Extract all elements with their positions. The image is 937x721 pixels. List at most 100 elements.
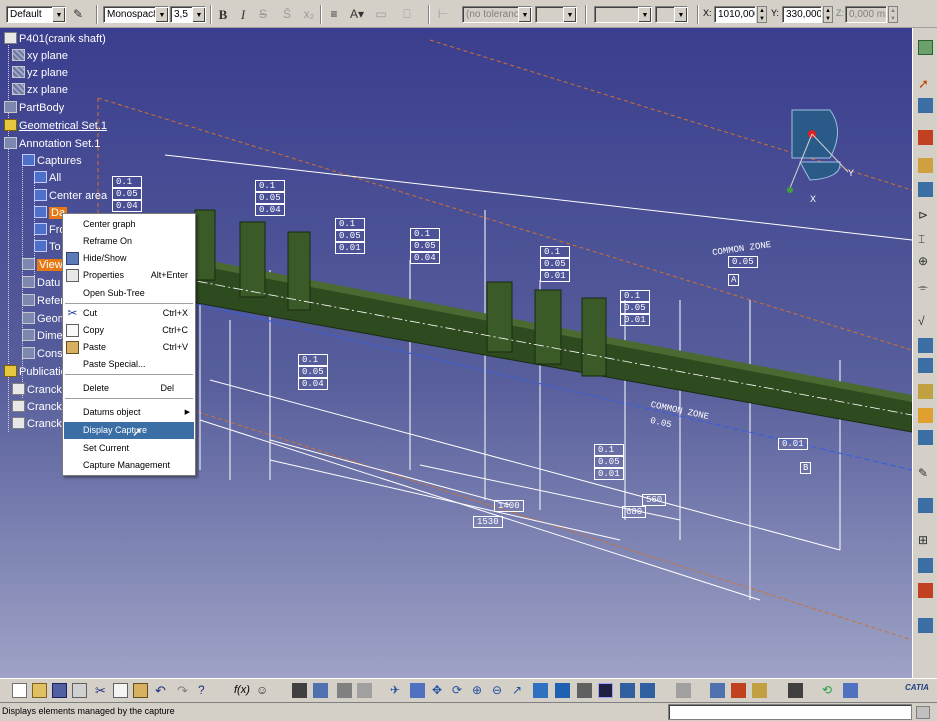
tree-node-reference[interactable]: Refer xyxy=(22,293,64,309)
normal-view-icon[interactable]: ↗ xyxy=(512,683,527,698)
shading-icon[interactable] xyxy=(577,683,592,698)
align-icon[interactable]: ≡ xyxy=(325,5,343,24)
datum-feature-icon[interactable]: ⌶ xyxy=(918,232,933,247)
tree-icon[interactable] xyxy=(918,498,933,513)
menu-item-paste[interactable]: Paste Ctrl+V xyxy=(64,339,194,356)
render-mode-icon[interactable] xyxy=(598,683,613,698)
weld-icon[interactable] xyxy=(918,430,933,445)
grid-icon[interactable] xyxy=(918,558,933,573)
menu-item-hide-show[interactable]: Hide/Show xyxy=(64,250,194,267)
analysis-icon[interactable] xyxy=(918,618,933,633)
multi-view-icon[interactable] xyxy=(533,683,548,698)
annotation-plane-icon[interactable] xyxy=(918,130,933,145)
dimension-icon[interactable] xyxy=(918,338,933,353)
save-icon[interactable] xyxy=(52,683,67,698)
font-size-combo[interactable]: 3,5 ▼ xyxy=(170,6,206,23)
tree-node-constructed[interactable]: Cons xyxy=(22,346,63,362)
tolerance-value-combo[interactable]: ▼ xyxy=(535,6,577,23)
subscript-icon[interactable]: x₂ xyxy=(300,5,318,24)
workbench-icon[interactable] xyxy=(918,40,933,55)
tree-node-xy-plane[interactable]: xy plane xyxy=(12,48,68,64)
precision-combo[interactable]: ▼ xyxy=(655,6,688,23)
menu-item-paste-special[interactable]: Paste Special... xyxy=(64,356,194,373)
tree-node-capture-center[interactable]: Center area xyxy=(34,188,107,204)
bold-button[interactable]: B xyxy=(214,5,232,24)
undo-icon[interactable]: ↶ xyxy=(155,683,170,698)
zoom-in-icon[interactable]: ⊕ xyxy=(472,683,487,698)
formula-icon[interactable]: f(x) xyxy=(234,683,250,698)
x-coordinate-input[interactable]: 1010,000 xyxy=(714,6,756,23)
menu-item-delete[interactable]: Delete Del xyxy=(64,380,194,397)
redo-icon[interactable]: ↷ xyxy=(177,683,192,698)
fit-all-icon[interactable] xyxy=(410,683,425,698)
tree-node-zx-plane[interactable]: zx plane xyxy=(12,82,68,98)
tree-node-publication-item[interactable]: Cranck xyxy=(12,416,62,432)
command-history-button[interactable] xyxy=(916,706,930,719)
measure-item-icon[interactable] xyxy=(731,683,746,698)
pan-icon[interactable]: ✥ xyxy=(432,683,447,698)
note-icon[interactable] xyxy=(918,408,933,423)
tree-node-captures[interactable]: Captures xyxy=(22,153,82,169)
material-icon[interactable] xyxy=(843,683,858,698)
sync-icon[interactable]: ⟲ xyxy=(822,683,837,698)
zoom-out-icon[interactable]: ⊖ xyxy=(492,683,507,698)
tree-node-geometry[interactable]: Geom xyxy=(22,311,67,327)
text-style-edit-icon[interactable]: ✎ xyxy=(69,5,87,24)
anchor-icon[interactable]: ▭ xyxy=(372,5,390,24)
datum-target-icon[interactable]: ⊕ xyxy=(918,254,933,269)
help-icon[interactable]: ? xyxy=(198,683,213,698)
construction-icon[interactable] xyxy=(918,384,933,399)
font-name-combo[interactable]: Monospac821 ▼ xyxy=(103,6,169,23)
z-spinner[interactable]: ▲ ▼ xyxy=(888,6,898,23)
paste-icon[interactable] xyxy=(133,683,148,698)
y-spinner[interactable]: ▲ ▼ xyxy=(823,6,833,23)
tree-node-dimensions[interactable]: Dime xyxy=(22,328,63,344)
menu-item-datums-object[interactable]: Datums object ▶ xyxy=(64,404,194,421)
tolerance-combo[interactable]: (no tolerance) ▼ xyxy=(462,6,532,23)
roughness-icon[interactable]: √ xyxy=(918,314,933,329)
menu-item-cut[interactable]: ✂ Cut Ctrl+X xyxy=(64,305,194,322)
update-icon[interactable] xyxy=(918,98,933,113)
menu-item-copy[interactable]: Copy Ctrl+C xyxy=(64,322,194,339)
italic-button[interactable]: I xyxy=(234,5,252,24)
menu-item-set-current[interactable]: Set Current xyxy=(64,440,194,457)
param-icon[interactable] xyxy=(357,683,372,698)
camera-icon[interactable] xyxy=(788,683,803,698)
comment-icon[interactable]: ☺ xyxy=(256,683,271,698)
tree-node-publication-item[interactable]: Cranck xyxy=(12,399,62,415)
select-arrow-icon[interactable]: ➚ xyxy=(918,76,933,91)
fly-mode-icon[interactable]: ✈ xyxy=(390,683,405,698)
hide-show-icon[interactable] xyxy=(620,683,635,698)
x-spinner[interactable]: ▲ ▼ xyxy=(757,6,767,23)
strikethrough-button[interactable]: S xyxy=(254,5,272,24)
tree-node-yz-plane[interactable]: yz plane xyxy=(12,65,68,81)
copy-icon[interactable] xyxy=(113,683,128,698)
print-icon[interactable] xyxy=(72,683,87,698)
dimension-style-icon[interactable]: ⊢ xyxy=(434,5,452,24)
tree-node-annotation-set[interactable]: Annotation Set.1 xyxy=(4,136,100,152)
swap-visible-space-icon[interactable] xyxy=(640,683,655,698)
tree-node-partbody[interactable]: PartBody xyxy=(4,100,64,116)
text-icon[interactable] xyxy=(918,182,933,197)
knowledge-icon[interactable] xyxy=(337,683,352,698)
open-folder-icon[interactable] xyxy=(32,683,47,698)
tolerancing-icon[interactable]: ⊞ xyxy=(918,533,933,548)
measure-icon[interactable] xyxy=(918,583,933,598)
command-input[interactable] xyxy=(668,704,912,720)
menu-item-properties[interactable]: Properties Alt+Enter xyxy=(64,267,194,284)
capture-display-icon[interactable] xyxy=(676,683,691,698)
y-coordinate-input[interactable]: 330,000 n xyxy=(782,6,822,23)
menu-item-display-capture[interactable]: Display Capture ➚ xyxy=(64,422,194,439)
apply-material-icon[interactable] xyxy=(752,683,767,698)
tree-node-datums[interactable]: Datu xyxy=(22,275,60,291)
frame-icon[interactable]: ⎕ xyxy=(398,5,416,24)
tree-node-geometrical-set[interactable]: Geometrical Set.1 xyxy=(4,118,107,134)
menu-item-center-graph[interactable]: Center graph xyxy=(64,216,194,233)
tree-node-capture-front[interactable]: Fro xyxy=(34,222,66,238)
view-icon[interactable] xyxy=(918,158,933,173)
z-coordinate-input[interactable]: 0,000 mm xyxy=(845,6,887,23)
table-icon[interactable] xyxy=(292,683,307,698)
tree-reorder-icon[interactable] xyxy=(313,683,328,698)
overline-icon[interactable]: S̄ xyxy=(278,5,296,24)
menu-item-reframe-on[interactable]: Reframe On xyxy=(64,233,194,250)
